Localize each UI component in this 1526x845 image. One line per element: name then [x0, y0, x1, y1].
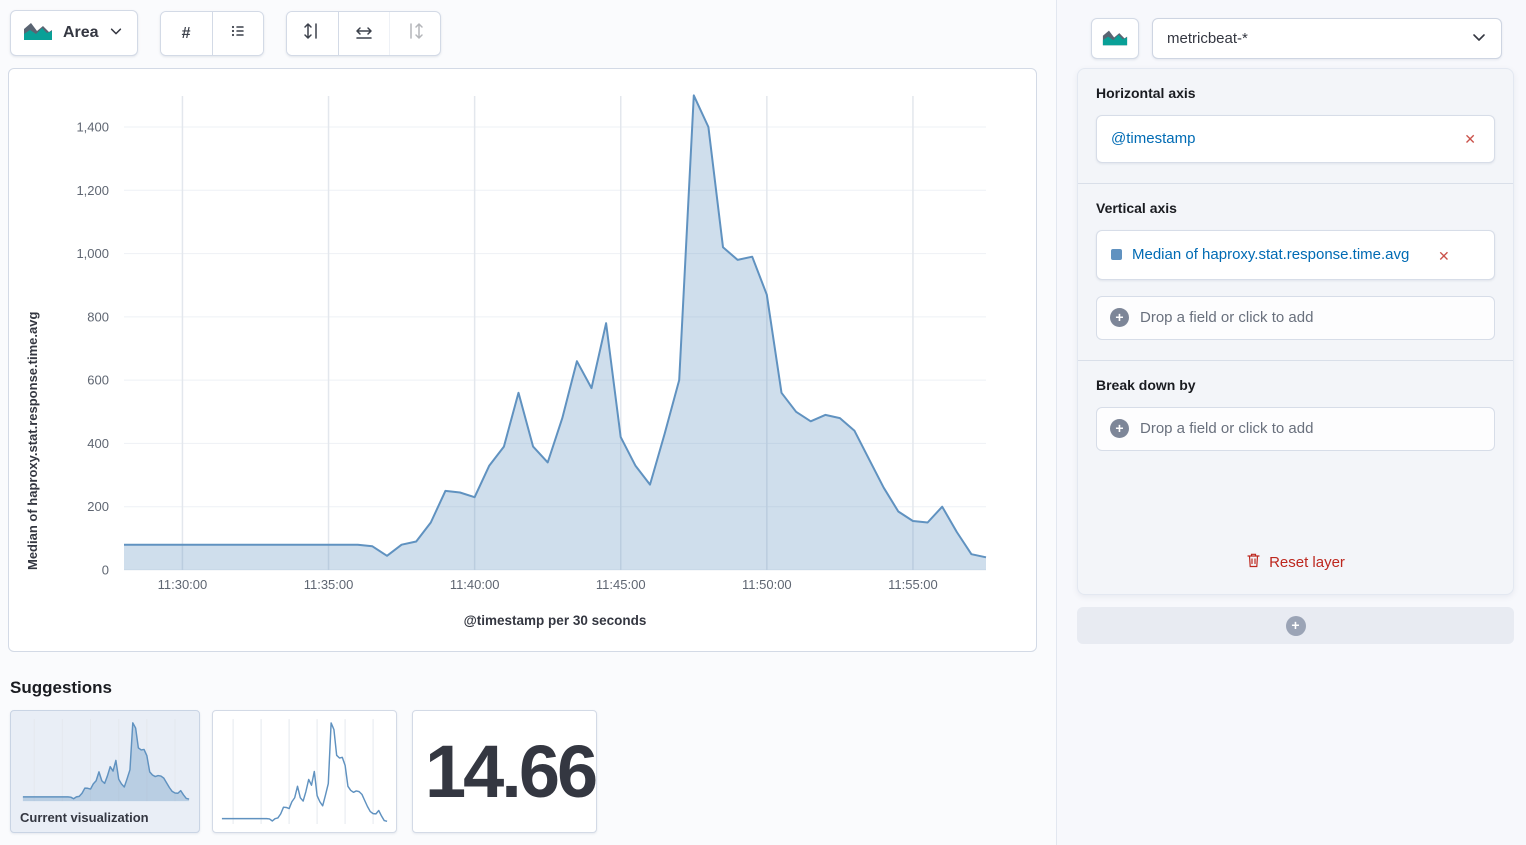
trash-icon [1246, 552, 1261, 572]
bottom-axis-icon [354, 21, 374, 46]
reset-layer-label: Reset layer [1269, 554, 1345, 571]
svg-text:400: 400 [87, 436, 109, 451]
svg-text:11:50:00: 11:50:00 [742, 577, 792, 592]
svg-text:1,200: 1,200 [76, 183, 109, 198]
x-axis-title: @timestamp per 30 seconds [124, 613, 986, 628]
vertical-axis-drop-target[interactable]: + Drop a field or click to add [1096, 296, 1495, 340]
svg-text:800: 800 [87, 309, 109, 324]
axis-button-group [286, 11, 441, 56]
right-axis-button [389, 12, 440, 55]
config-panel: metricbeat-* Horizontal axis @timestamp … [1056, 0, 1526, 845]
svg-text:200: 200 [87, 499, 109, 514]
suggestion-metric[interactable]: 14.66 [412, 710, 597, 833]
area-chart-icon [1102, 28, 1128, 50]
remove-median-button[interactable]: ✕ [1434, 247, 1454, 265]
suggestion-line-chart[interactable] [212, 710, 397, 833]
index-pattern-value: metricbeat-* [1167, 30, 1471, 47]
vertical-axis-title: Vertical axis [1096, 200, 1495, 216]
reset-layer-button[interactable]: Reset layer [1078, 552, 1513, 572]
suggestion-line-thumbnail [219, 717, 390, 828]
left-axis-button[interactable] [287, 12, 338, 55]
hash-icon: # [182, 25, 191, 43]
visualization-panel: Median of haproxy.stat.response.time.avg… [8, 68, 1037, 652]
svg-text:11:30:00: 11:30:00 [158, 577, 208, 592]
chart-type-selector[interactable]: Area [10, 10, 138, 56]
index-pattern-select[interactable]: metricbeat-* [1152, 18, 1502, 59]
dimension-median[interactable]: Median of haproxy.stat.response.time.avg… [1096, 230, 1495, 280]
editor-toolbar: Area # [10, 10, 441, 56]
plus-circle-icon: + [1110, 419, 1129, 438]
add-layer-button[interactable]: + [1077, 607, 1514, 644]
svg-text:1,000: 1,000 [76, 246, 109, 261]
chevron-down-icon [109, 24, 123, 43]
dimension-timestamp-label: @timestamp [1111, 128, 1450, 150]
current-visualization-label: Current visualization [11, 805, 199, 832]
left-axis-icon [302, 21, 322, 46]
chart-type-label: Area [63, 24, 99, 42]
plus-circle-icon: + [1110, 308, 1129, 327]
right-axis-icon [405, 21, 425, 46]
suggestion-current[interactable]: Current visualization [10, 710, 200, 833]
format-button-group: # [160, 11, 264, 56]
svg-text:11:35:00: 11:35:00 [304, 577, 354, 592]
list-values-icon [229, 22, 247, 45]
svg-text:11:45:00: 11:45:00 [596, 577, 646, 592]
series-color-swatch [1111, 249, 1122, 260]
horizontal-axis-title: Horizontal axis [1096, 85, 1495, 101]
break-down-title: Break down by [1096, 377, 1495, 393]
suggestion-area-thumbnail [19, 717, 193, 805]
remove-timestamp-button[interactable]: ✕ [1460, 130, 1480, 148]
suggestions-heading: Suggestions [10, 678, 112, 698]
drop-placeholder: Drop a field or click to add [1140, 420, 1313, 437]
layer-settings-card: Horizontal axis @timestamp ✕ Vertical ax… [1077, 68, 1514, 595]
metric-value: 14.66 [413, 711, 596, 832]
chevron-down-icon [1471, 29, 1487, 49]
break-down-drop-target[interactable]: + Drop a field or click to add [1096, 407, 1495, 451]
svg-text:0: 0 [102, 563, 109, 578]
drop-placeholder: Drop a field or click to add [1140, 309, 1313, 326]
svg-text:11:55:00: 11:55:00 [888, 577, 938, 592]
vertical-axis-section: Vertical axis Median of haproxy.stat.res… [1078, 184, 1513, 360]
bottom-axis-button[interactable] [338, 12, 389, 55]
values-labels-button[interactable] [212, 12, 263, 55]
svg-text:1,400: 1,400 [76, 120, 109, 135]
plus-circle-icon: + [1286, 616, 1306, 636]
area-chart-icon [23, 20, 53, 47]
svg-text:600: 600 [87, 373, 109, 388]
layer-chart-type-button[interactable] [1091, 18, 1139, 59]
break-down-section: Break down by + Drop a field or click to… [1078, 361, 1513, 471]
dimension-median-label: Median of haproxy.stat.response.time.avg [1132, 244, 1424, 266]
svg-text:11:40:00: 11:40:00 [450, 577, 500, 592]
number-format-button[interactable]: # [161, 12, 212, 55]
horizontal-axis-section: Horizontal axis @timestamp ✕ [1078, 69, 1513, 183]
main-chart-svg[interactable]: 0 200 400 600 800 1,000 1,200 1,400 11:30:00 11:3… [9, 69, 1036, 651]
dimension-timestamp[interactable]: @timestamp ✕ [1096, 115, 1495, 163]
